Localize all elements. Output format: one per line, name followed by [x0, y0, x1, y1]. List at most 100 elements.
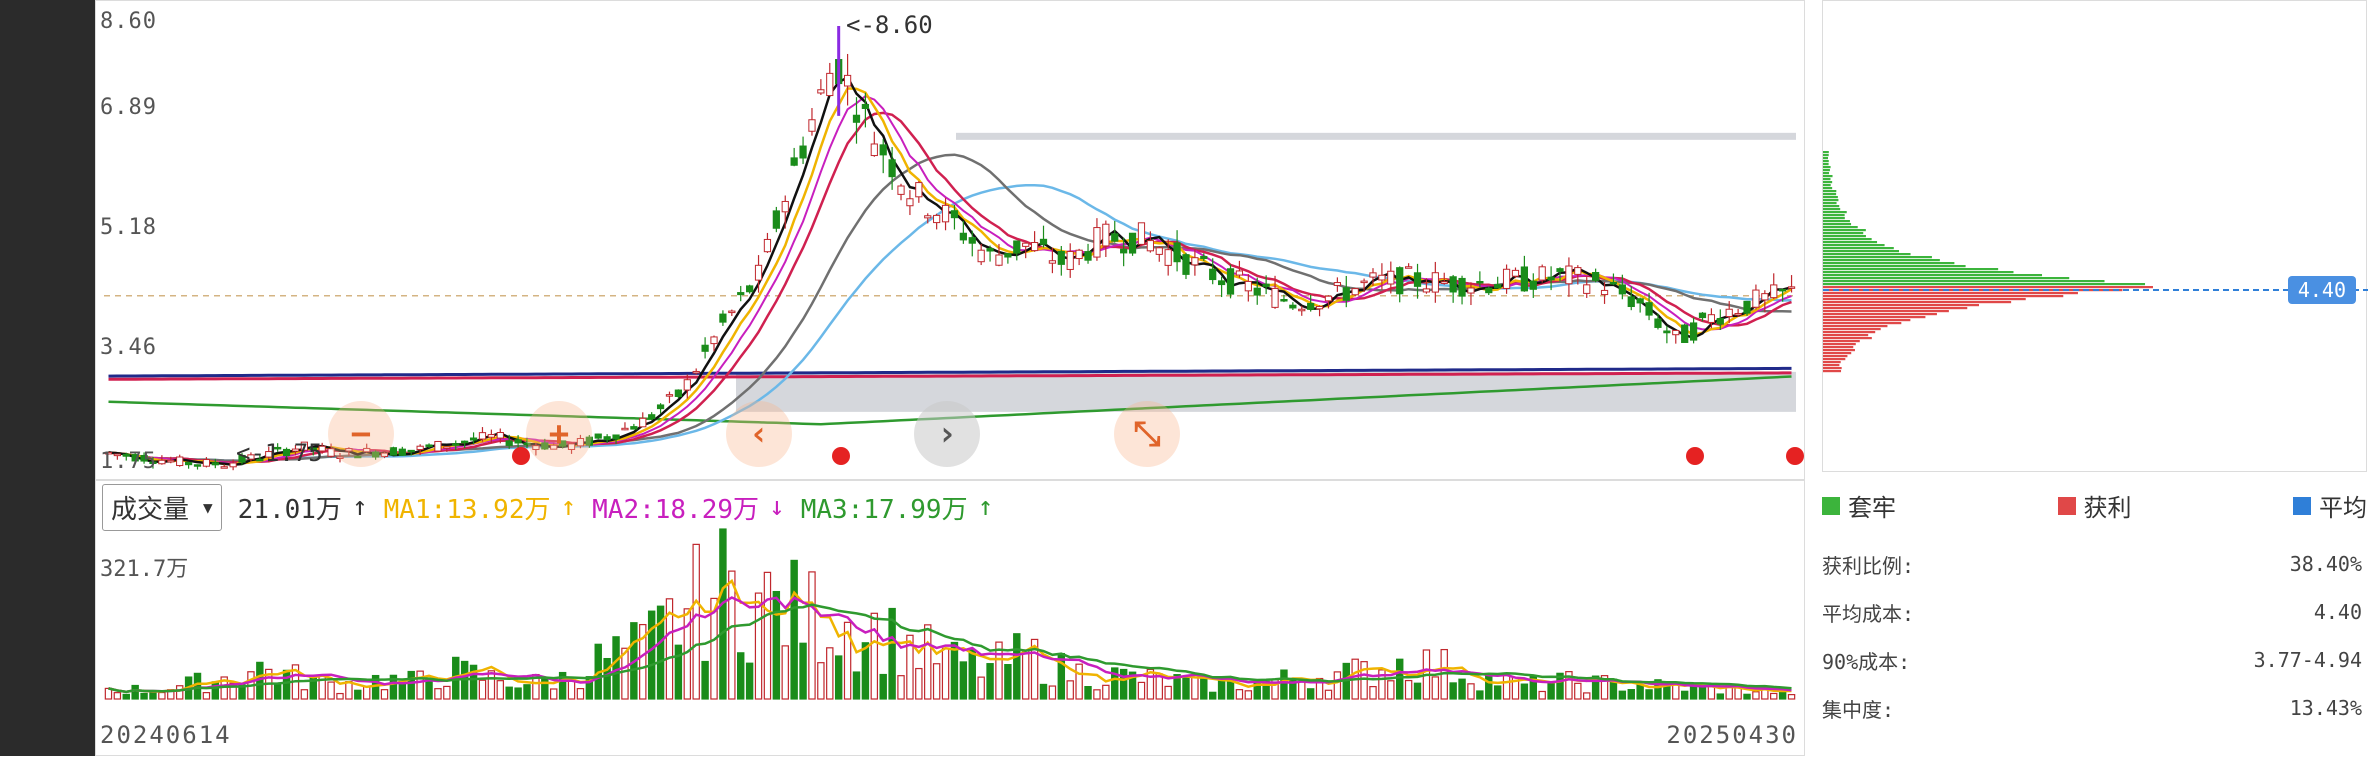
price-chart-panel[interactable]: 8.60 6.89 5.18 3.46 1.75 <-8.60 <-1.75 −… — [95, 0, 1805, 480]
volume-bar — [1298, 680, 1306, 700]
volume-bar — [416, 670, 424, 700]
chip-bar — [1823, 265, 1966, 268]
resistance-band — [956, 132, 1796, 140]
candle-body — [781, 200, 789, 213]
zoom-out-button[interactable]: − — [328, 401, 394, 467]
chip-profile-svg — [1823, 151, 2368, 373]
chip-bar — [1823, 364, 1840, 367]
chip-stats: 获利比例: 38.40% 平均成本: 4.40 90%成本: 3.77-4.94… — [1822, 540, 2362, 732]
candle-body — [790, 157, 798, 166]
scroll-left-button[interactable]: ‹ — [726, 401, 792, 467]
restore-zoom-button[interactable]: ⤡ — [1114, 401, 1180, 467]
candle-body — [1654, 318, 1662, 328]
volume-bar — [941, 647, 950, 700]
candle-body — [1502, 268, 1511, 289]
candle-body — [941, 204, 950, 223]
volume-bar — [710, 597, 718, 700]
signal-marker[interactable] — [832, 447, 850, 465]
volume-bar — [1324, 689, 1333, 700]
candle-body — [1191, 257, 1199, 266]
candle-body — [1787, 286, 1796, 289]
candle-body — [1743, 300, 1751, 314]
volume-bar — [1289, 678, 1297, 700]
volume-bar — [1752, 691, 1760, 700]
candle-body — [1235, 270, 1244, 276]
candle-body — [1716, 318, 1724, 325]
volume-bar — [897, 675, 905, 700]
candle-body — [1182, 254, 1190, 275]
volume-bar — [327, 681, 335, 700]
candle-body — [1396, 267, 1404, 295]
candle-body — [915, 182, 923, 198]
chip-bar — [1823, 193, 1837, 196]
candle-body — [425, 444, 433, 447]
candle-body — [737, 292, 745, 296]
price-axis-label: 5.18 — [100, 215, 157, 240]
stat-label: 90%成本: — [1822, 649, 1911, 674]
volume-bar — [1787, 694, 1796, 700]
volume-bar — [647, 610, 656, 700]
candle-body — [1030, 242, 1039, 252]
indicator-select[interactable]: 成交量 ▼ — [102, 483, 222, 531]
volume-bar — [683, 608, 692, 700]
high-price-annotation: <-8.60 — [846, 11, 933, 39]
candle-body — [176, 456, 184, 467]
volume-bar — [1030, 638, 1039, 700]
chip-bar — [1823, 280, 2105, 283]
volume-ma3-line — [108, 603, 1792, 694]
volume-bar — [336, 692, 344, 700]
volume-bar — [1084, 686, 1092, 700]
volume-bar — [1333, 671, 1342, 700]
volume-bar — [1520, 683, 1529, 700]
candle-body — [719, 313, 727, 323]
volume-bar — [567, 680, 576, 700]
chip-bar — [1823, 196, 1838, 199]
volume-bar — [309, 677, 317, 700]
volume-bar — [1066, 680, 1074, 700]
chip-bar — [1823, 181, 1833, 184]
scroll-right-button[interactable]: › — [914, 401, 980, 467]
candle-body — [1146, 240, 1154, 252]
volume-bar — [541, 678, 549, 700]
volume-bar — [425, 679, 433, 700]
zoom-in-button[interactable]: + — [526, 401, 592, 467]
signal-marker[interactable] — [1686, 447, 1704, 465]
volume-bar — [1529, 675, 1538, 700]
signal-marker[interactable] — [1786, 447, 1804, 465]
candle-body — [603, 436, 611, 441]
chip-bar — [1823, 319, 1911, 322]
candle-body — [1405, 266, 1413, 269]
candle-body — [487, 434, 495, 438]
candle-body — [665, 394, 674, 397]
candle-body — [1013, 240, 1021, 254]
chevron-right-icon: › — [936, 414, 958, 454]
candle-body — [799, 145, 807, 159]
candle-body — [1120, 248, 1128, 254]
candle-body — [1458, 277, 1466, 297]
volume-panel[interactable]: 成交量 ▼ 21.01万 ↑ MA1:13.92万 ↑ MA2:18.29万 ↓… — [95, 480, 1805, 756]
volume-bar — [523, 684, 531, 700]
candle-body — [1084, 251, 1092, 261]
candle-body — [968, 237, 976, 244]
chip-bar — [1823, 253, 1911, 256]
volume-bar — [265, 668, 273, 700]
chip-profile-box[interactable]: 4.40 — [1822, 0, 2368, 472]
candle-body — [1217, 280, 1226, 286]
volume-bar — [585, 676, 594, 700]
chip-bar — [1823, 301, 2012, 304]
caret-down-icon: ▼ — [203, 497, 213, 517]
volume-bar — [1663, 682, 1671, 700]
candle-body — [870, 143, 878, 157]
chip-bar — [1823, 235, 1866, 238]
volume-bar — [345, 681, 353, 700]
volume-bar — [478, 679, 487, 700]
candle-body — [1529, 280, 1537, 290]
chip-bar — [1823, 262, 1955, 265]
signal-marker[interactable] — [512, 447, 530, 465]
volume-bar — [612, 636, 620, 700]
candle-body — [1583, 284, 1591, 294]
candle-body — [648, 414, 656, 419]
volume-bar — [1778, 686, 1787, 700]
candle-body — [496, 431, 504, 439]
volume-bar — [1280, 669, 1288, 700]
